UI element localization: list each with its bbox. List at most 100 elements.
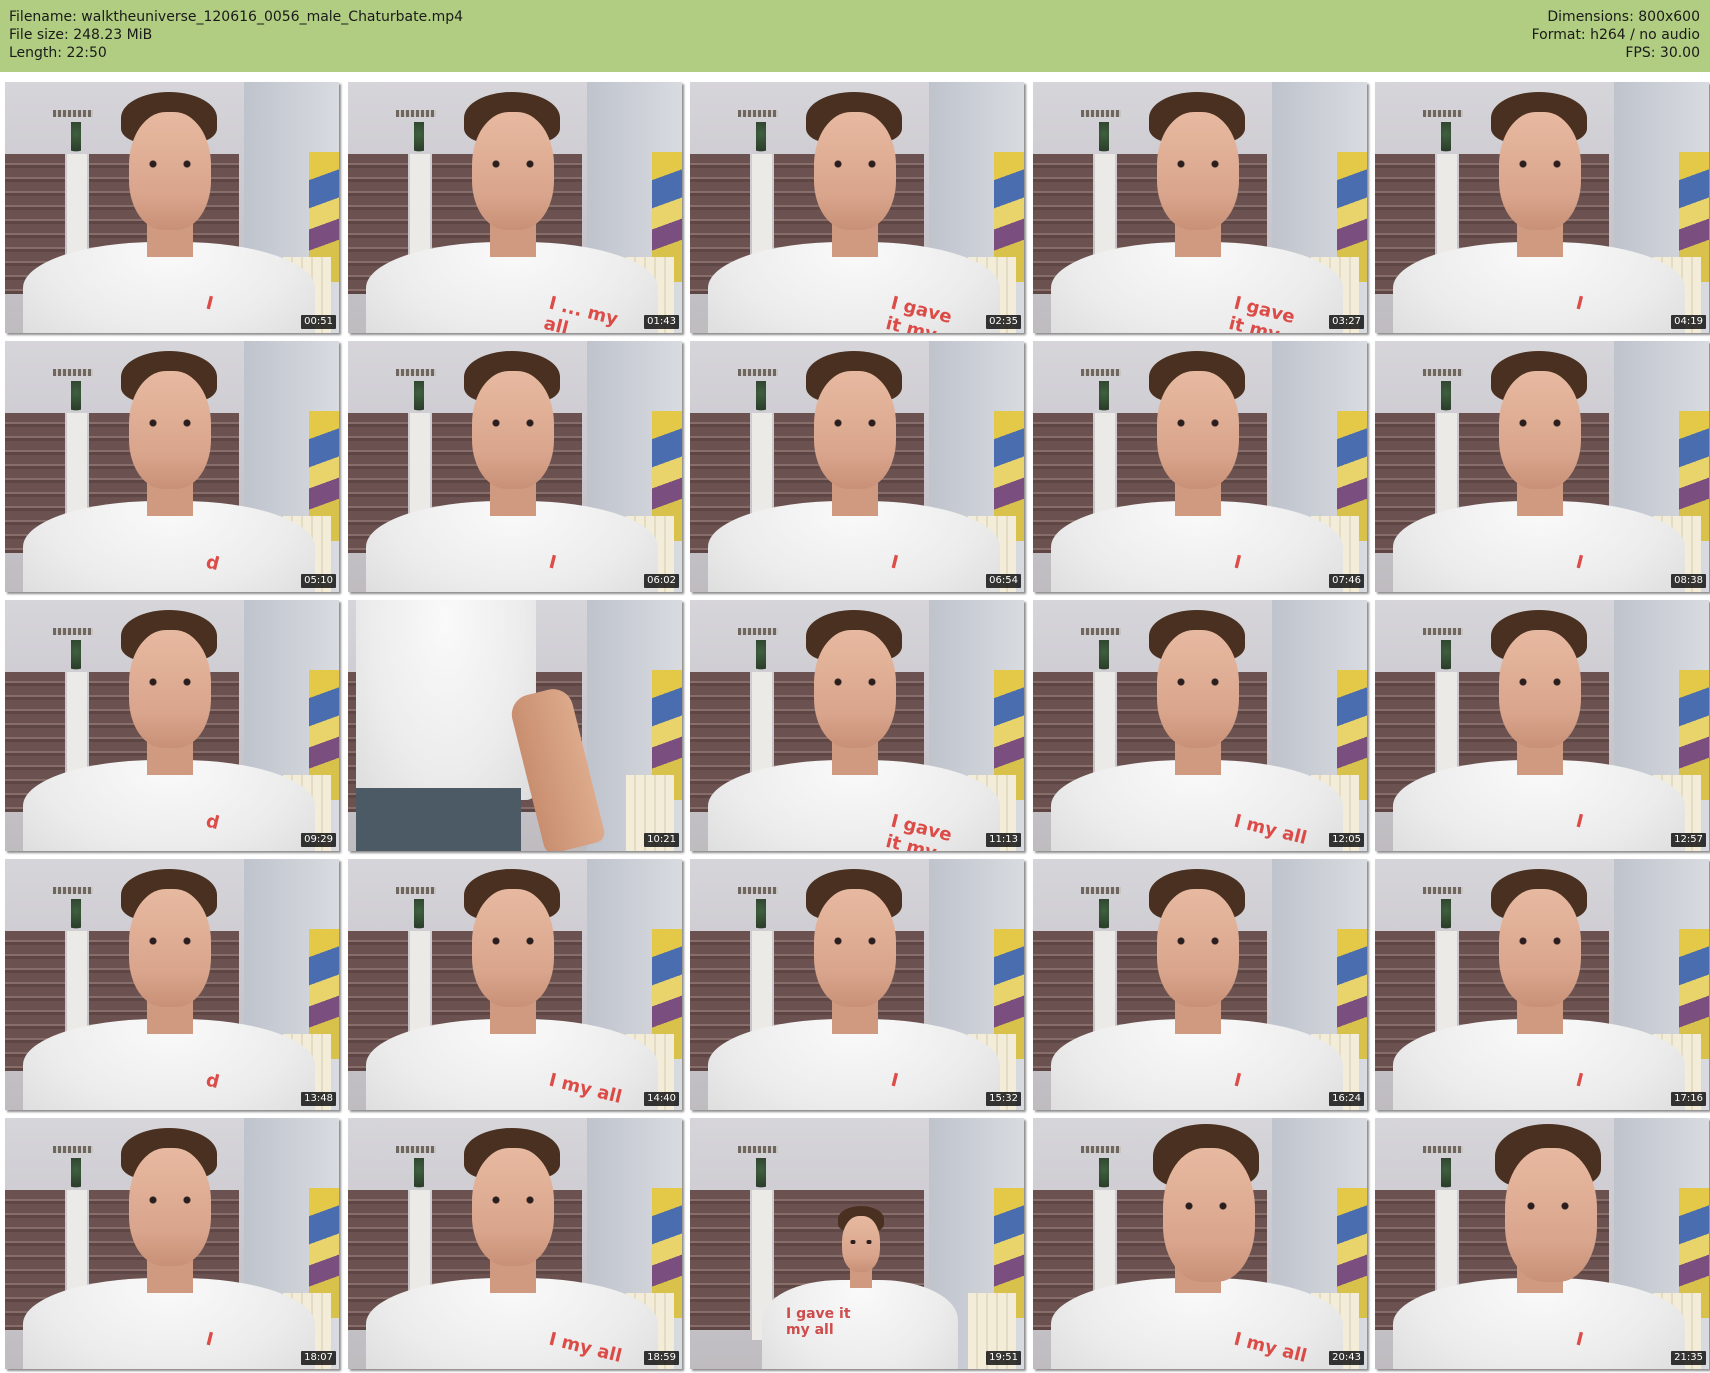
timestamp-badge: 03:27 xyxy=(1329,315,1364,329)
person: I xyxy=(1375,82,1709,333)
eyes xyxy=(848,1240,874,1244)
video-thumbnail[interactable]: I gave it my all03:27 xyxy=(1033,82,1367,333)
timestamp-badge: 12:57 xyxy=(1671,833,1706,847)
eyes xyxy=(828,937,882,945)
face xyxy=(129,371,211,489)
person: I ... my all xyxy=(348,82,682,333)
video-thumbnail[interactable]: I 18:07 xyxy=(5,1118,339,1369)
timestamp-badge: 00:51 xyxy=(301,315,336,329)
face xyxy=(472,1148,554,1266)
video-thumbnail[interactable]: I gave it my all11:13 xyxy=(690,600,1024,851)
person: I xyxy=(1033,859,1367,1110)
video-thumbnail[interactable]: I my all 20:43 xyxy=(1033,1118,1367,1369)
video-thumbnail[interactable]: I 15:32 xyxy=(690,859,1024,1110)
jeans xyxy=(356,788,521,851)
video-thumbnail[interactable]: I gave it my all 19:51 xyxy=(690,1118,1024,1369)
eyes xyxy=(1513,678,1567,686)
eyes xyxy=(1513,419,1567,427)
video-thumbnail[interactable]: I my all 12:05 xyxy=(1033,600,1367,851)
person: I gave it my all xyxy=(690,1118,1024,1369)
shirt xyxy=(356,600,536,800)
face xyxy=(1157,630,1239,748)
timestamp-badge: 16:24 xyxy=(1329,1092,1364,1106)
timestamp-badge: 04:19 xyxy=(1671,315,1706,329)
person: I xyxy=(690,341,1024,592)
video-thumbnail[interactable]: d 13:48 xyxy=(5,859,339,1110)
person: I gave it my all xyxy=(1033,82,1367,333)
face xyxy=(472,889,554,1007)
fps-line: FPS: 30.00 xyxy=(1625,45,1700,61)
timestamp-badge: 19:51 xyxy=(986,1351,1021,1365)
video-thumbnail[interactable]: I my all 14:40 xyxy=(348,859,682,1110)
eyes xyxy=(828,419,882,427)
video-thumbnail[interactable]: I 00:51 xyxy=(5,82,339,333)
shirt-print: I gave it my all xyxy=(786,1306,851,1338)
video-thumbnail[interactable]: I 06:54 xyxy=(690,341,1024,592)
stream-info: Dimensions: 800x600 Format: h264 / no au… xyxy=(1532,8,1700,62)
face xyxy=(814,112,896,230)
eyes xyxy=(143,419,197,427)
face xyxy=(1499,371,1581,489)
eyes xyxy=(486,937,540,945)
eyes xyxy=(1171,678,1225,686)
video-thumbnail[interactable]: I 17:16 xyxy=(1375,859,1709,1110)
person: I my all xyxy=(348,1118,682,1369)
face xyxy=(814,371,896,489)
face xyxy=(129,1148,211,1266)
person: I my all xyxy=(1033,600,1367,851)
timestamp-badge: 07:46 xyxy=(1329,574,1364,588)
eyes xyxy=(1171,419,1225,427)
face xyxy=(129,630,211,748)
dimensions-line: Dimensions: 800x600 xyxy=(1547,9,1700,25)
video-thumbnail[interactable]: I 06:02 xyxy=(348,341,682,592)
face xyxy=(129,112,211,230)
video-thumbnail[interactable]: I 04:19 xyxy=(1375,82,1709,333)
person xyxy=(348,600,682,851)
person: I xyxy=(1033,341,1367,592)
person: I my all xyxy=(1033,1118,1367,1369)
face xyxy=(472,112,554,230)
person: I gave it my all xyxy=(690,600,1024,851)
eyes xyxy=(1513,160,1567,168)
eyes xyxy=(1171,160,1225,168)
video-thumbnail[interactable]: I my all 18:59 xyxy=(348,1118,682,1369)
video-thumbnail[interactable]: 10:21 xyxy=(348,600,682,851)
video-thumbnail[interactable]: I 08:38 xyxy=(1375,341,1709,592)
timestamp-badge: 18:07 xyxy=(301,1351,336,1365)
filesize-line: File size: 248.23 MiB xyxy=(9,27,153,43)
timestamp-badge: 06:02 xyxy=(644,574,679,588)
person: I gave it my all xyxy=(690,82,1024,333)
person: I xyxy=(1375,859,1709,1110)
eyes xyxy=(143,937,197,945)
video-thumbnail[interactable]: I 16:24 xyxy=(1033,859,1367,1110)
eyes xyxy=(486,419,540,427)
face xyxy=(1499,112,1581,230)
timestamp-badge: 13:48 xyxy=(301,1092,336,1106)
person: I xyxy=(1375,341,1709,592)
timestamp-badge: 21:35 xyxy=(1671,1351,1706,1365)
timestamp-badge: 20:43 xyxy=(1329,1351,1364,1365)
video-thumbnail[interactable]: d 05:10 xyxy=(5,341,339,592)
person: I xyxy=(1375,1118,1709,1369)
face xyxy=(842,1216,880,1272)
timestamp-badge: 08:38 xyxy=(1671,574,1706,588)
timestamp-badge: 05:10 xyxy=(301,574,336,588)
eyes xyxy=(828,160,882,168)
eyes xyxy=(828,678,882,686)
video-thumbnail[interactable]: d 09:29 xyxy=(5,600,339,851)
video-thumbnail[interactable]: I 12:57 xyxy=(1375,600,1709,851)
video-thumbnail[interactable]: I 21:35 xyxy=(1375,1118,1709,1369)
timestamp-badge: 12:05 xyxy=(1329,833,1364,847)
video-thumbnail[interactable]: I ... my all 01:43 xyxy=(348,82,682,333)
video-thumbnail[interactable]: I gave it my all02:35 xyxy=(690,82,1024,333)
eyes xyxy=(486,1196,540,1204)
person: d xyxy=(5,859,339,1110)
eyes xyxy=(486,160,540,168)
face xyxy=(814,630,896,748)
eyes xyxy=(143,678,197,686)
person: I xyxy=(5,82,339,333)
eyes xyxy=(1521,1202,1579,1210)
face xyxy=(1499,889,1581,1007)
person: I xyxy=(348,341,682,592)
video-thumbnail[interactable]: I 07:46 xyxy=(1033,341,1367,592)
